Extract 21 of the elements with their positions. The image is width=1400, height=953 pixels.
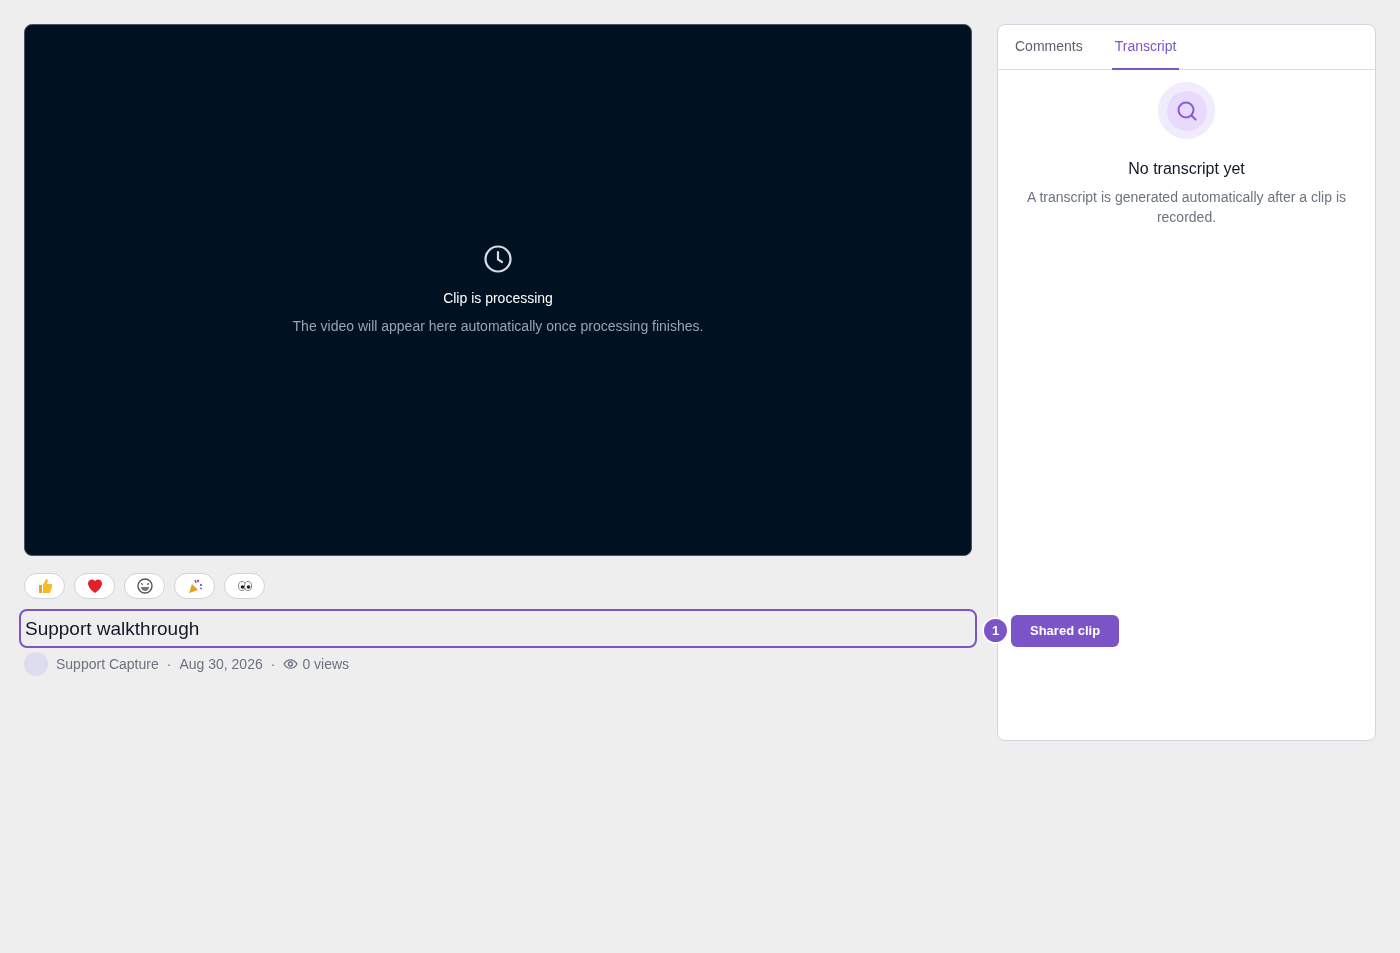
view-count: 0 views — [302, 654, 350, 674]
tab[interactable]: Comments — [1012, 25, 1086, 70]
separator-dot: · — [166, 654, 172, 674]
status-title: Clip is processing — [443, 288, 553, 308]
separator-dot: · — [270, 654, 276, 674]
reaction-button[interactable] — [74, 573, 115, 599]
date-text: Aug 30, 2026 — [179, 654, 263, 674]
empty-state-message: A transcript is generated automatically after a clip is recorded. — [1025, 188, 1347, 227]
heart-icon — [85, 577, 104, 595]
eye-icon — [283, 659, 299, 669]
clock-icon — [483, 243, 513, 274]
search-icon — [1175, 99, 1198, 122]
author-name: Support Capture — [56, 654, 159, 674]
callout-label: Shared clip — [1011, 615, 1120, 647]
title-field[interactable]: Support walkthrough — [19, 609, 977, 648]
empty-state-title: No transcript yet — [1128, 159, 1245, 179]
reaction-button[interactable] — [124, 573, 165, 599]
laughing-face-icon — [135, 577, 154, 595]
status-message: The video will appear here automatically once processing finishes. — [292, 316, 704, 336]
reaction-button[interactable] — [224, 573, 265, 599]
tab[interactable]: Transcript — [1111, 25, 1180, 70]
